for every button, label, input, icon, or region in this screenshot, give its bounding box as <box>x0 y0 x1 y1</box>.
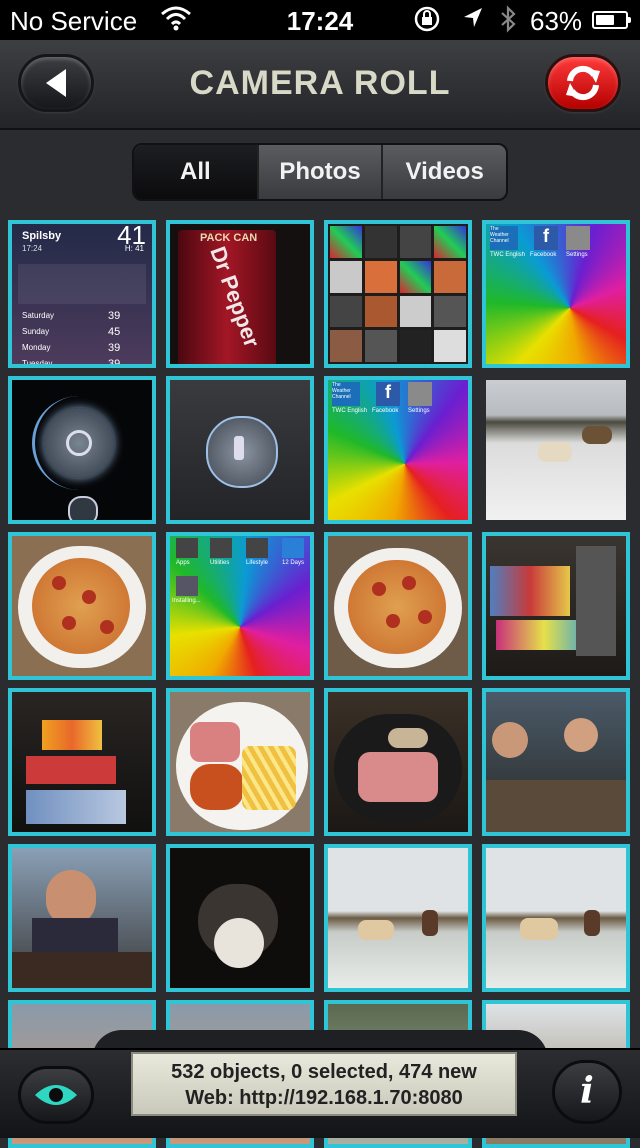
photo-grid: Spilsby 17:24 41 H: 41 Saturday Sunday M… <box>0 0 640 1148</box>
photo-pizza <box>328 536 468 676</box>
photo-thumbnail[interactable] <box>324 532 472 680</box>
photo-thumbnail[interactable]: PACK CAN Dr Pepper <box>166 220 314 368</box>
photo-thumbnail[interactable] <box>166 688 314 836</box>
home-screen-screenshot: The Weather Channel f TWC English Facebo… <box>328 380 468 520</box>
photo-thumbnail[interactable] <box>166 844 314 992</box>
hourly-strip <box>18 264 146 304</box>
photo-restaurant-diners <box>486 692 626 832</box>
photo-horses-field <box>328 848 468 988</box>
photo-thumbnail[interactable] <box>482 376 630 524</box>
photo-pizza <box>12 536 152 676</box>
photo-drink-can: PACK CAN Dr Pepper <box>170 224 310 364</box>
weather-days: Saturday Sunday Monday Tuesday <box>22 311 55 368</box>
photo-thumbnail[interactable] <box>8 844 156 992</box>
flashlight-screenshot <box>170 380 310 520</box>
photo-thumbnail[interactable] <box>482 844 630 992</box>
home-screen-screenshot: The Weather Channel f TWC English Facebo… <box>486 224 626 364</box>
photo-frying-pan <box>328 692 468 832</box>
photo-horses-field <box>486 848 626 988</box>
photo-shop-shelves <box>486 536 626 676</box>
photo-fridge-drinks <box>12 692 152 832</box>
photo-collage <box>328 224 468 364</box>
photo-thumbnail[interactable] <box>8 532 156 680</box>
photo-thumbnail[interactable] <box>482 532 630 680</box>
photo-man-eating <box>12 848 152 988</box>
weather-location: Spilsby <box>22 230 62 242</box>
eye-icon <box>35 1085 77 1105</box>
photo-thumbnail[interactable]: Apps Utilities Lifestyle 12 Days Install… <box>166 532 314 680</box>
photo-thumbnail[interactable] <box>324 220 472 368</box>
weather-time: 17:24 <box>22 244 43 253</box>
photo-thumbnail[interactable] <box>482 688 630 836</box>
photo-thumbnail[interactable]: The Weather Channel f TWC English Facebo… <box>482 220 630 368</box>
home-screen-screenshot: Apps Utilities Lifestyle 12 Days Install… <box>170 536 310 676</box>
photo-breakfast-plate <box>170 692 310 832</box>
status-line-objects: 532 objects, 0 selected, 474 new <box>171 1061 477 1083</box>
eye-button[interactable] <box>18 1066 94 1124</box>
photo-cat <box>170 848 310 988</box>
info-icon: i <box>580 1070 594 1112</box>
photo-thumbnail[interactable] <box>166 376 314 524</box>
photo-thumbnail[interactable]: Spilsby 17:24 41 H: 41 Saturday Sunday M… <box>8 220 156 368</box>
weather-day-temps: 39 45 39 39 <box>108 310 121 368</box>
photo-thumbnail[interactable] <box>8 688 156 836</box>
info-button[interactable]: i <box>552 1060 622 1124</box>
photo-horses-snow <box>486 380 626 520</box>
power-screenshot <box>12 380 152 520</box>
photo-thumbnail[interactable] <box>324 844 472 992</box>
photo-thumbnail[interactable] <box>8 376 156 524</box>
status-line-web: Web: http://192.168.1.70:8080 <box>185 1087 463 1109</box>
photo-thumbnail[interactable]: The Weather Channel f TWC English Facebo… <box>324 376 472 524</box>
weather-screenshot: Spilsby 17:24 41 H: 41 Saturday Sunday M… <box>12 224 152 364</box>
weather-high: H: 41 <box>124 244 144 253</box>
status-readout: 532 objects, 0 selected, 474 new Web: ht… <box>131 1052 517 1116</box>
photo-thumbnail[interactable] <box>324 688 472 836</box>
